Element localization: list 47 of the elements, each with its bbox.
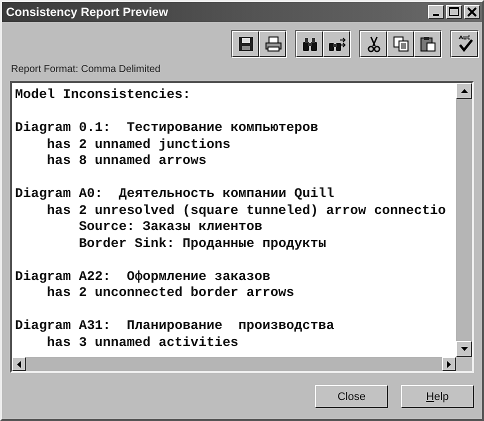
report-heading: Model Inconsistencies: <box>15 87 192 104</box>
spell-check-icon <box>456 35 474 53</box>
left-arrow-icon <box>17 360 21 368</box>
binoculars-arrows-icon <box>328 35 346 53</box>
report-line: has 3 unnamed activities <box>46 334 240 351</box>
report-line: has 2 unnamed junctions <box>46 136 232 153</box>
close-button[interactable] <box>464 5 480 19</box>
clipboard-icon <box>418 35 436 53</box>
maximize-icon <box>448 6 460 18</box>
help-button[interactable]: Help <box>401 385 474 408</box>
maximize-button[interactable] <box>446 5 462 19</box>
cut-button[interactable] <box>360 31 387 57</box>
minimize-button[interactable] <box>428 5 444 19</box>
scroll-down-button[interactable] <box>456 341 472 357</box>
save-button[interactable] <box>232 31 259 57</box>
report-line: has 8 unnamed arrows <box>46 153 208 170</box>
diagram-title: Diagram A0: Деятельность компании Quill <box>15 186 336 202</box>
report-line: has 2 unconnected border arrows <box>46 285 296 302</box>
close-button[interactable]: Close <box>315 385 388 408</box>
vertical-scrollbar[interactable] <box>456 83 472 357</box>
find-button[interactable] <box>296 31 323 57</box>
spell-check-button[interactable] <box>451 31 478 57</box>
report-line: Source: Заказы клиентов <box>78 219 264 236</box>
print-button[interactable] <box>259 31 286 57</box>
minimize-icon <box>433 14 439 16</box>
report-format-label: Report Format: Comma Delimited <box>10 63 162 77</box>
diagram-title: Diagram A31: Планирование производства <box>15 318 336 334</box>
scroll-up-button[interactable] <box>456 83 472 99</box>
right-arrow-icon <box>447 360 451 368</box>
copy-button[interactable] <box>387 31 414 57</box>
horizontal-scrollbar[interactable] <box>12 357 456 371</box>
down-arrow-icon <box>460 347 468 351</box>
report-line: has 2 unresolved (square tunneled) arrow connectio <box>46 202 447 219</box>
binoculars-icon <box>300 35 318 53</box>
printer-icon <box>264 35 282 53</box>
scroll-left-button[interactable] <box>12 357 26 371</box>
diagram-title: Diagram A22: Оформление заказов <box>15 268 272 285</box>
diagram-title: Diagram 0.1: Тестирование компьютеров <box>15 120 320 136</box>
scroll-right-button[interactable] <box>442 357 456 371</box>
scrollbar-corner <box>456 357 472 371</box>
report-line: Border Sink: Проданные продукты <box>78 236 328 252</box>
copy-icon <box>392 35 410 53</box>
find-next-button[interactable] <box>323 31 350 57</box>
up-arrow-icon <box>460 89 468 93</box>
close-icon <box>466 6 478 18</box>
paste-button[interactable] <box>414 31 441 57</box>
window-title: Consistency Report Preview <box>6 5 168 19</box>
